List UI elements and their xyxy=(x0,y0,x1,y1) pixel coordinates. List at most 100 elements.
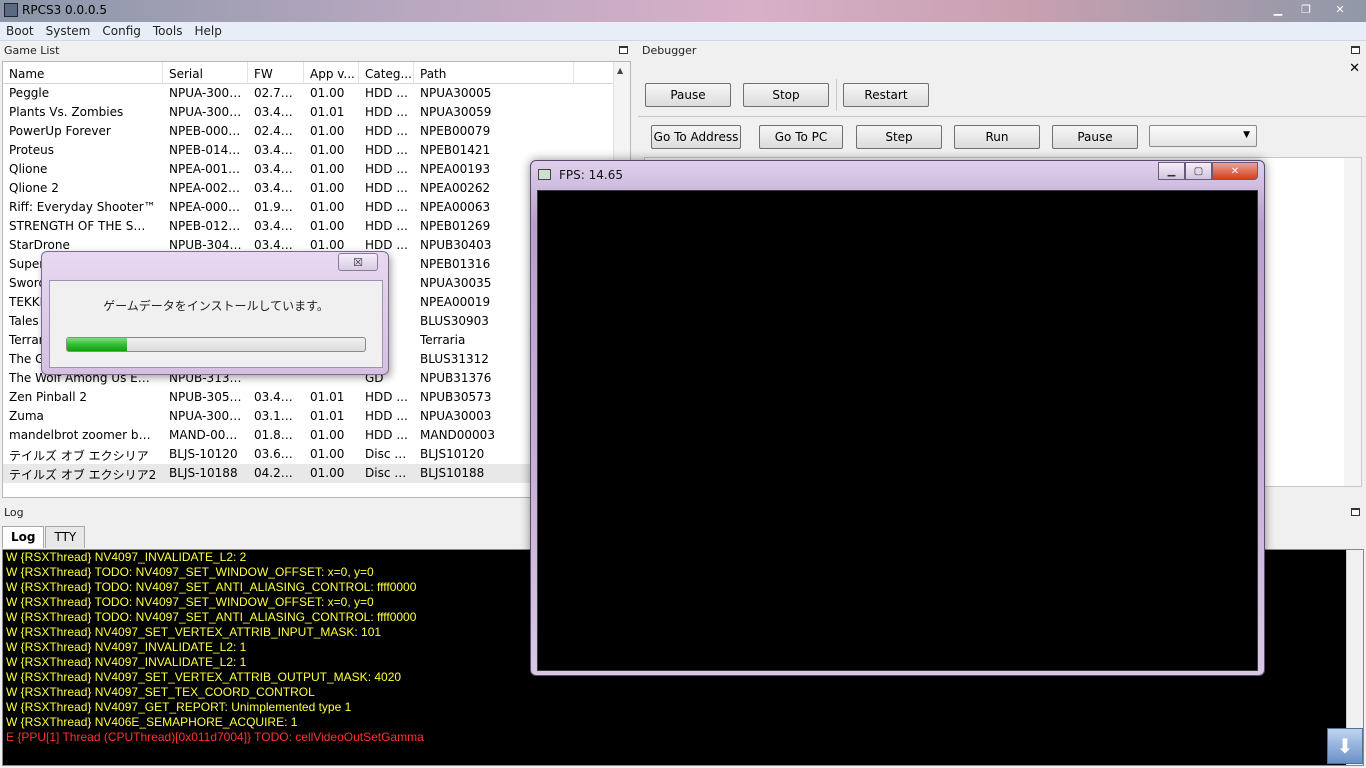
cell-path: NPUA30005 xyxy=(420,86,492,100)
disassembly-scrollbar[interactable] xyxy=(1344,158,1361,486)
cell-app-version: 01.00 xyxy=(310,143,345,157)
table-row[interactable]: Proteus NPEB-01421 03.4000 01.00 HDD ... NPEB… xyxy=(3,141,630,160)
cell-serial: NPUA-30005 xyxy=(169,86,245,100)
game-list-header: Name Serial FW App v... Categ... Path xyxy=(3,62,630,84)
cell-path: NPEB00079 xyxy=(420,124,491,138)
cell-category: HDD ... xyxy=(365,86,408,100)
cell-category: HDD ... xyxy=(365,181,408,195)
cell-app-version: 01.00 xyxy=(310,447,345,461)
cell-fw: 03.4000 xyxy=(254,181,304,195)
cell-app-version: 01.00 xyxy=(310,219,345,233)
log-float-icon[interactable] xyxy=(1351,508,1360,516)
debugger-stop-button[interactable]: Stop xyxy=(743,83,829,107)
main-title-bar: RPCS3 0.0.0.5 ▁ ❐ ✕ xyxy=(0,0,1366,22)
cell-name: Riff: Everyday Shooter™ xyxy=(9,200,156,214)
tab-tty[interactable]: TTY xyxy=(45,526,86,548)
column-header-name[interactable]: Name xyxy=(3,62,163,83)
table-row[interactable]: PowerUp Forever NPEB-00079 02.4000 01.00 HDD… xyxy=(3,122,630,141)
cell-name: テイルズ オブ エクシリア xyxy=(9,449,149,463)
minimize-button[interactable]: ▁ xyxy=(1264,0,1292,18)
fps-maximize-button[interactable]: ▢ xyxy=(1185,162,1212,180)
fps-close-button[interactable]: ✕ xyxy=(1212,162,1258,180)
fps-minimize-button[interactable]: ▁ xyxy=(1158,162,1185,180)
window-app-icon xyxy=(538,169,551,180)
run-button[interactable]: Run xyxy=(954,125,1040,149)
cell-name: STRENGTH OF THE SWOR... xyxy=(9,219,163,233)
debugger-float-icon[interactable] xyxy=(1351,46,1360,54)
cell-category: HDD ... xyxy=(365,200,408,214)
window-controls: ▁ ❐ ✕ xyxy=(1264,0,1360,18)
go-to-address-button[interactable]: Go To Address xyxy=(651,125,741,149)
cell-serial: NPUA-30059 xyxy=(169,105,245,119)
cell-fw: 03.4000 xyxy=(254,390,304,404)
table-row[interactable]: Peggle NPUA-30005 02.7000 01.00 HDD ... NPUA3… xyxy=(3,84,630,103)
download-arrow-icon[interactable]: ⬇ xyxy=(1327,728,1363,764)
toolbar-divider xyxy=(638,116,1366,117)
game-list-float-icon[interactable] xyxy=(619,46,628,54)
menu-tools[interactable]: Tools xyxy=(147,22,189,40)
dialog-body: ゲームデータをインストールしています。 xyxy=(49,280,383,368)
cell-name: mandelbrot zoomer by zer... xyxy=(9,428,163,442)
cell-name: Peggle xyxy=(9,86,50,100)
cell-serial: NPEA-00063 xyxy=(169,200,244,214)
cell-app-version: 01.00 xyxy=(310,124,345,138)
fps-render-window: FPS: 14.65 ▁ ▢ ✕ xyxy=(530,160,1265,676)
cell-fw: 03.1000 xyxy=(254,409,304,423)
cell-name: Qlione xyxy=(9,162,48,176)
cell-fw: 02.7000 xyxy=(254,86,304,100)
install-message: ゲームデータをインストールしています。 xyxy=(103,299,329,313)
step-button[interactable]: Step xyxy=(856,125,942,149)
log-line: W {RSXThread} NV406E_SEMAPHORE_ACQUIRE: … xyxy=(6,715,298,729)
cell-fw: 03.4000 xyxy=(254,162,304,176)
thread-select[interactable]: ▼ xyxy=(1149,125,1257,147)
cell-serial: NPEA-00193 xyxy=(169,162,244,176)
cell-serial: BLJS-10188 xyxy=(169,466,238,480)
go-to-pc-button[interactable]: Go To PC xyxy=(759,125,843,149)
tab-log[interactable]: Log xyxy=(2,526,45,548)
menu-system[interactable]: System xyxy=(40,22,97,40)
maximize-button[interactable]: ❐ xyxy=(1292,0,1320,18)
log-line: W {RSXThread} NV4097_GET_REPORT: Unimple… xyxy=(6,700,352,714)
cell-fw: 03.6600 xyxy=(254,447,304,461)
column-header-category[interactable]: Categ... xyxy=(359,62,414,83)
cell-category: HDD ... xyxy=(365,409,408,423)
cell-name: Qlione 2 xyxy=(9,181,59,195)
cell-name: Plants Vs. Zombies xyxy=(9,105,124,119)
debugger-restart-button[interactable]: Restart xyxy=(843,83,929,107)
chevron-down-icon: ▼ xyxy=(1243,130,1250,140)
cell-serial: NPEB-01421 xyxy=(169,143,244,157)
cell-fw: 01.9000 xyxy=(254,200,304,214)
cell-category: HDD ... xyxy=(365,219,408,233)
scroll-up-icon[interactable]: ▲ xyxy=(617,66,623,75)
menu-help[interactable]: Help xyxy=(188,22,227,40)
column-header-fw[interactable]: FW xyxy=(248,62,304,83)
debugger-close-icon[interactable]: ✕ xyxy=(1349,61,1360,76)
pause-button[interactable]: Pause xyxy=(1052,125,1138,149)
cell-name: Zuma xyxy=(9,409,44,423)
menu-boot[interactable]: Boot xyxy=(0,22,40,40)
render-canvas[interactable] xyxy=(537,190,1258,671)
cell-category: HDD ... xyxy=(365,105,408,119)
cell-fw: 03.4000 xyxy=(254,219,304,233)
cell-app-version: 01.01 xyxy=(310,409,345,423)
column-header-path[interactable]: Path xyxy=(414,62,574,83)
cell-app-version: 01.00 xyxy=(310,200,345,214)
debugger-pause-button[interactable]: Pause xyxy=(645,83,731,107)
column-header-serial[interactable]: Serial xyxy=(163,62,248,83)
menu-config[interactable]: Config xyxy=(96,22,147,40)
cell-app-version: 01.00 xyxy=(310,466,345,480)
log-tab-bar: Log TTY xyxy=(2,526,86,548)
cell-app-version: 01.00 xyxy=(310,428,345,442)
dialog-close-button[interactable]: ☒ xyxy=(338,253,378,271)
fps-window-controls: ▁ ▢ ✕ xyxy=(1158,162,1258,180)
column-header-app-version[interactable]: App v... xyxy=(304,62,359,83)
close-button[interactable]: ✕ xyxy=(1320,0,1360,18)
cell-name: PowerUp Forever xyxy=(9,124,111,138)
cell-category: Disc G... xyxy=(365,466,414,480)
log-dock-title: Log xyxy=(4,506,24,519)
game-list-dock-title: Game List xyxy=(4,44,60,57)
cell-serial: NPUA-30003 xyxy=(169,409,245,423)
cell-serial: MAND-00003 xyxy=(169,428,248,442)
cell-app-version: 01.00 xyxy=(310,86,345,100)
table-row[interactable]: Plants Vs. Zombies NPUA-30059 03.4000 01.01… xyxy=(3,103,630,122)
